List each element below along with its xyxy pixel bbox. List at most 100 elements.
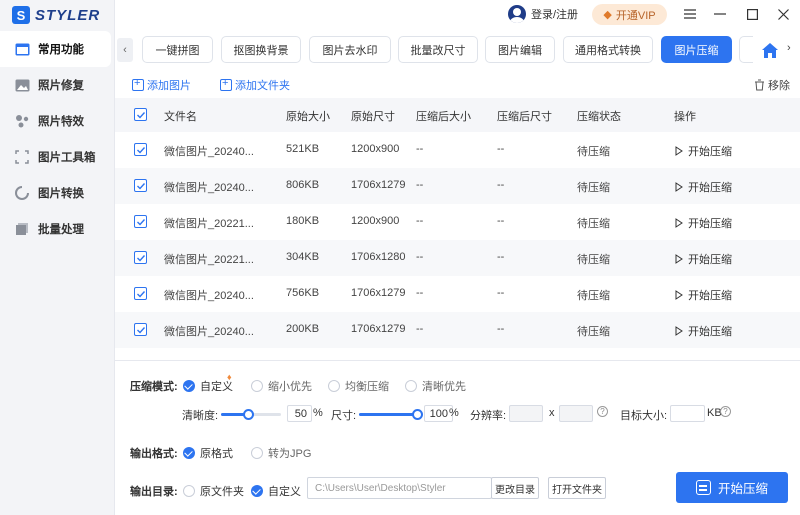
sidebar-item-common[interactable]: 常用功能 — [0, 31, 111, 67]
size-slider[interactable] — [359, 409, 423, 420]
mode-clarity-label: 清晰优先 — [422, 381, 466, 393]
table-row[interactable]: 微信图片_20240... 756KB 1706x1279 -- -- 待压缩 … — [115, 276, 800, 312]
size-slider-fill — [359, 413, 417, 416]
sidebar-item-label: 批量处理 — [38, 224, 84, 236]
sidebar-item-batch[interactable]: 批量处理 — [0, 211, 115, 247]
logo-text: STYLER — [35, 6, 101, 24]
table-row[interactable]: 微信图片_20221... 180KB 1200x900 -- -- 待压缩 开… — [115, 204, 800, 240]
row-checkbox[interactable] — [134, 287, 147, 300]
maximize-button[interactable] — [744, 6, 760, 22]
start-compress-link[interactable]: 开始压缩 — [675, 215, 732, 231]
sidebar-item-label: 图片转换 — [38, 188, 84, 200]
start-compress-button[interactable]: 开始压缩 — [676, 472, 788, 503]
dir-original-radio[interactable]: 原文件夹 — [183, 483, 244, 499]
target-size-help-icon[interactable]: ? — [720, 406, 731, 417]
format-jpg-label: 转为JPG — [268, 448, 312, 460]
target-size-input[interactable] — [670, 405, 705, 422]
tab-overflow[interactable] — [739, 36, 753, 63]
minimize-button[interactable] — [712, 6, 728, 22]
login-button[interactable]: 登录/注册 — [508, 5, 578, 23]
tab-compress[interactable]: 图片压缩 — [661, 36, 732, 63]
tab-collage[interactable]: 一键拼图 — [142, 36, 213, 63]
sidebar-item-toolbox[interactable]: 图片工具箱 — [0, 139, 115, 175]
mode-balanced-radio[interactable]: 均衡压缩 — [328, 378, 389, 394]
format-jpg-radio[interactable]: 转为JPG — [251, 445, 311, 461]
sidebar-item-convert[interactable]: 图片转换 — [0, 175, 115, 211]
original-dims: 1706x1279 — [351, 323, 406, 335]
tab-format-convert[interactable]: 通用格式转换 — [563, 36, 653, 63]
compressed-size: -- — [416, 179, 424, 191]
status: 待压缩 — [577, 290, 610, 302]
header-status: 压缩状态 — [577, 111, 621, 123]
add-folder-label: 添加文件夹 — [235, 80, 290, 92]
start-compress-link[interactable]: 开始压缩 — [675, 287, 732, 303]
menu-icon — [684, 9, 696, 19]
sidebar-item-photo-repair[interactable]: 照片修复 — [0, 67, 115, 103]
table-row[interactable]: 微信图片_20221... 304KB 1706x1280 -- -- 待压缩 … — [115, 240, 800, 276]
play-icon — [675, 182, 683, 192]
maximize-icon — [746, 8, 758, 20]
row-checkbox[interactable] — [134, 323, 147, 336]
tabs-scroll-left[interactable]: ‹ — [117, 38, 133, 62]
remove-button[interactable]: 移除 — [754, 77, 790, 93]
table-row[interactable]: 微信图片_20240... 806KB 1706x1279 -- -- 待压缩 … — [115, 168, 800, 204]
tab-resize[interactable]: 批量改尺寸 — [398, 36, 478, 63]
check-icon — [136, 218, 145, 226]
add-image-label: 添加图片 — [147, 80, 191, 92]
resolution-width-input[interactable] — [509, 405, 543, 422]
play-icon — [675, 290, 683, 300]
tabs-scroll-right[interactable]: › — [787, 42, 791, 54]
change-dir-button[interactable]: 更改目录 — [491, 477, 539, 499]
mode-custom-radio[interactable]: 自定义 — [183, 378, 233, 394]
open-folder-button[interactable]: 打开文件夹 — [548, 477, 606, 499]
file-name: 微信图片_20240... — [164, 182, 254, 194]
row-checkbox[interactable] — [134, 251, 147, 264]
mode-clarity-radio[interactable]: 清晰优先 — [405, 378, 466, 394]
start-compress-link[interactable]: 开始压缩 — [675, 143, 732, 159]
dir-custom-label: 自定义 — [268, 486, 301, 498]
resolution-help-icon[interactable]: ? — [597, 406, 608, 417]
select-all-checkbox[interactable] — [134, 108, 147, 121]
toolbox-icon — [14, 150, 30, 164]
resolution-height-input[interactable] — [559, 405, 593, 422]
start-compress-link[interactable]: 开始压缩 — [675, 251, 732, 267]
sidebar-item-label: 照片特效 — [38, 116, 84, 128]
clarity-input[interactable]: 50 — [287, 405, 312, 422]
home-button[interactable] — [758, 37, 782, 63]
add-image-button[interactable]: 添加图片 — [132, 77, 191, 93]
compressed-dims: -- — [497, 179, 505, 191]
mode-small-radio[interactable]: 缩小优先 — [251, 378, 312, 394]
vip-button[interactable]: ◆ 开通VIP — [592, 4, 667, 25]
clarity-unit: % — [313, 407, 323, 419]
row-checkbox[interactable] — [134, 179, 147, 192]
clarity-slider-handle[interactable] — [243, 409, 254, 420]
tab-cutout[interactable]: 抠图换背景 — [221, 36, 301, 63]
tab-watermark[interactable]: 图片去水印 — [309, 36, 391, 63]
table-row[interactable]: 微信图片_20240... 200KB 1706x1279 -- -- 待压缩 … — [115, 312, 800, 348]
radio-checked-icon — [251, 485, 263, 497]
minimize-icon — [714, 13, 726, 15]
tab-edit[interactable]: 图片编辑 — [485, 36, 555, 63]
dir-custom-radio[interactable]: 自定义 — [251, 483, 301, 499]
row-checkbox[interactable] — [134, 215, 147, 228]
start-compress-link[interactable]: 开始压缩 — [675, 323, 732, 339]
table-row[interactable]: 微信图片_20240... 521KB 1200x900 -- -- 待压缩 开… — [115, 132, 800, 168]
row-checkbox[interactable] — [134, 143, 147, 156]
add-folder-button[interactable]: 添加文件夹 — [220, 77, 290, 93]
start-compress-link[interactable]: 开始压缩 — [675, 179, 732, 195]
sidebar-item-photo-effects[interactable]: 照片特效 — [0, 103, 115, 139]
trash-icon — [755, 79, 764, 91]
menu-button[interactable] — [682, 6, 698, 22]
size-slider-handle[interactable] — [412, 409, 423, 420]
original-size: 521KB — [286, 143, 320, 155]
original-size: 304KB — [286, 251, 320, 263]
output-path-input[interactable]: C:\Users\User\Desktop\Styler — [307, 477, 492, 499]
status: 待压缩 — [577, 254, 610, 266]
close-button[interactable] — [775, 6, 791, 22]
radio-icon — [183, 485, 195, 497]
format-original-radio[interactable]: 原格式 — [183, 445, 233, 461]
title-bar: 登录/注册 ◆ 开通VIP — [115, 0, 800, 30]
app-logo: S STYLER — [12, 6, 100, 24]
original-dims: 1200x900 — [351, 215, 400, 227]
clarity-slider[interactable] — [221, 409, 281, 420]
